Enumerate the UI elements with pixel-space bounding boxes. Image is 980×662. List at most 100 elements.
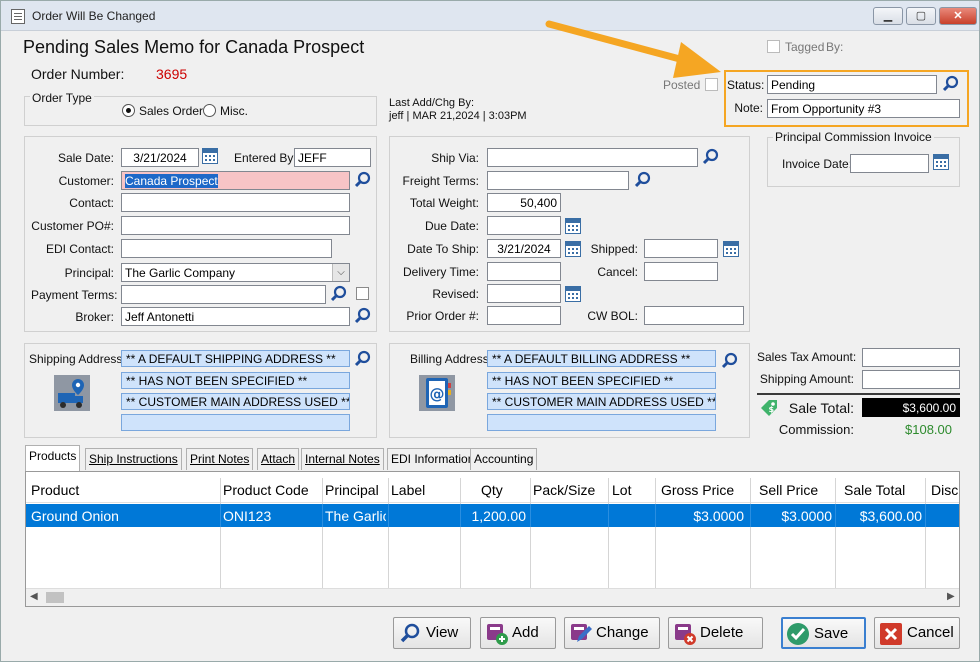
shipping-address-line-3[interactable]: ** CUSTOMER MAIN ADDRESS USED ** [121, 393, 350, 410]
cw-bol-field[interactable] [644, 306, 744, 325]
sales-tax-field[interactable] [862, 348, 960, 367]
tab-print-notes[interactable]: Print Notes [186, 448, 254, 470]
scrollbar-thumb[interactable] [46, 592, 64, 603]
title-bar: Order Will Be Changed ▁ ▢ ✕ [1, 1, 979, 31]
note-field[interactable]: From Opportunity #3 [767, 99, 960, 118]
products-grid[interactable]: Product Product Code Principal Label Qty… [25, 471, 960, 607]
col-label[interactable]: Label [391, 482, 425, 498]
shipping-amount-field[interactable] [862, 370, 960, 389]
change-button[interactable]: Change [564, 617, 660, 649]
save-button[interactable]: Save [781, 617, 866, 649]
customer-field[interactable]: Canada Prospect [121, 171, 350, 190]
view-button[interactable]: View [393, 617, 471, 649]
col-product-code[interactable]: Product Code [223, 482, 309, 498]
cancel-button[interactable]: Cancel [874, 617, 960, 649]
shipping-address-line-2[interactable]: ** HAS NOT BEEN SPECIFIED ** [121, 372, 350, 389]
status-search-icon[interactable] [941, 75, 960, 94]
total-weight-field[interactable]: 50,400 [487, 193, 561, 212]
tab-attach[interactable]: Attach [257, 448, 300, 470]
sale-date-field[interactable]: 3/21/2024 [121, 148, 199, 167]
arrow-pointer-icon [545, 20, 721, 78]
close-button[interactable]: ✕ [939, 7, 977, 25]
minimize-button[interactable]: ▁ [873, 7, 903, 25]
col-sell-price[interactable]: Sell Price [759, 482, 818, 498]
freight-terms-search-icon[interactable] [633, 171, 652, 190]
payment-terms-search-icon[interactable] [329, 285, 348, 304]
tab-internal-notes[interactable]: Internal Notes [301, 448, 384, 470]
col-gross-price[interactable]: Gross Price [661, 482, 734, 498]
status-field[interactable]: Pending [767, 75, 937, 94]
col-product[interactable]: Product [31, 482, 79, 498]
col-pack-size[interactable]: Pack/Size [533, 482, 595, 498]
scroll-right-icon[interactable]: ▶ [947, 591, 955, 602]
chevron-down-icon[interactable]: ⌵ [332, 264, 349, 281]
cancel-date-label: Cancel: [597, 265, 638, 279]
misc-label: Misc. [220, 104, 248, 118]
revised-calendar-icon[interactable] [565, 286, 581, 302]
shipping-address-line-4[interactable] [121, 414, 350, 431]
misc-radio[interactable] [203, 104, 216, 117]
col-disc[interactable]: Disc [931, 482, 958, 498]
ship-via-field[interactable] [487, 148, 698, 167]
principal-select[interactable]: The Garlic Company [121, 263, 350, 282]
broker-label: Broker: [75, 310, 114, 324]
freight-terms-field[interactable] [487, 171, 629, 190]
col-qty[interactable]: Qty [481, 482, 503, 498]
billing-address-search-icon[interactable] [720, 352, 739, 371]
due-date-calendar-icon[interactable] [565, 218, 581, 234]
scroll-left-icon[interactable]: ◀ [30, 591, 38, 602]
window-title: Order Will Be Changed [32, 9, 156, 23]
cancel-date-field[interactable] [644, 262, 718, 281]
col-sale-total[interactable]: Sale Total [844, 482, 905, 498]
tab-ship-instructions[interactable]: Ship Instructions [85, 448, 182, 470]
tab-accounting[interactable]: Accounting [470, 448, 538, 470]
col-principal[interactable]: Principal [325, 482, 379, 498]
date-to-ship-field[interactable]: 3/21/2024 [487, 239, 561, 258]
billing-address-line-4[interactable] [487, 414, 716, 431]
horizontal-scrollbar[interactable]: ◀ ▶ [26, 588, 959, 606]
order-number: 3695 [156, 66, 188, 82]
customer-po-field[interactable] [121, 216, 350, 235]
broker-field[interactable]: Jeff Antonetti [121, 307, 350, 326]
prior-order-field[interactable] [487, 306, 561, 325]
due-date-field[interactable] [487, 216, 561, 235]
due-date-label: Due Date: [424, 219, 479, 233]
sales-tax-label: Sales Tax Amount: [757, 350, 857, 364]
tagged-checkbox[interactable] [767, 40, 780, 53]
sales-order-radio[interactable] [122, 104, 135, 117]
tab-edi-information[interactable]: EDI Information [387, 448, 479, 470]
cell-product-code: ONI123 [223, 508, 272, 524]
billing-address-line-3[interactable]: ** CUSTOMER MAIN ADDRESS USED ** [487, 393, 716, 410]
contact-field[interactable] [121, 193, 350, 212]
status-label: Status: [727, 78, 765, 92]
shipping-address-search-icon[interactable] [353, 350, 372, 369]
payment-terms-checkbox[interactable] [356, 287, 369, 300]
revised-field[interactable] [487, 284, 561, 303]
customer-search-icon[interactable] [353, 171, 372, 190]
tab-products[interactable]: Products [25, 445, 81, 471]
billing-address-line-1[interactable]: ** A DEFAULT BILLING ADDRESS ** [487, 350, 716, 367]
delete-button[interactable]: Delete [668, 617, 763, 649]
payment-terms-field[interactable] [121, 285, 326, 304]
edi-contact-field[interactable] [121, 239, 332, 258]
add-button[interactable]: Add [480, 617, 556, 649]
broker-search-icon[interactable] [353, 307, 372, 326]
shipping-address-label: Shipping Address: [29, 352, 126, 366]
prior-order-label: Prior Order #: [406, 309, 479, 323]
ship-via-search-icon[interactable] [701, 148, 720, 167]
shipping-address-line-1[interactable]: ** A DEFAULT SHIPPING ADDRESS ** [121, 350, 350, 367]
edi-contact-label: EDI Contact: [45, 242, 114, 256]
billing-address-line-2[interactable]: ** HAS NOT BEEN SPECIFIED ** [487, 372, 716, 389]
date-to-ship-label: Date To Ship: [407, 242, 479, 256]
sale-date-calendar-icon[interactable] [202, 148, 218, 164]
invoice-date-field[interactable] [850, 154, 929, 173]
date-to-ship-calendar-icon[interactable] [565, 241, 581, 257]
invoice-date-calendar-icon[interactable] [933, 154, 949, 170]
order-type-title: Order Type [30, 91, 94, 105]
maximize-button[interactable]: ▢ [906, 7, 936, 25]
shipped-calendar-icon[interactable] [723, 241, 739, 257]
delivery-time-field[interactable] [487, 262, 561, 281]
shipped-field[interactable] [644, 239, 718, 258]
col-lot[interactable]: Lot [612, 482, 631, 498]
entered-by-field[interactable]: JEFF [294, 148, 371, 167]
